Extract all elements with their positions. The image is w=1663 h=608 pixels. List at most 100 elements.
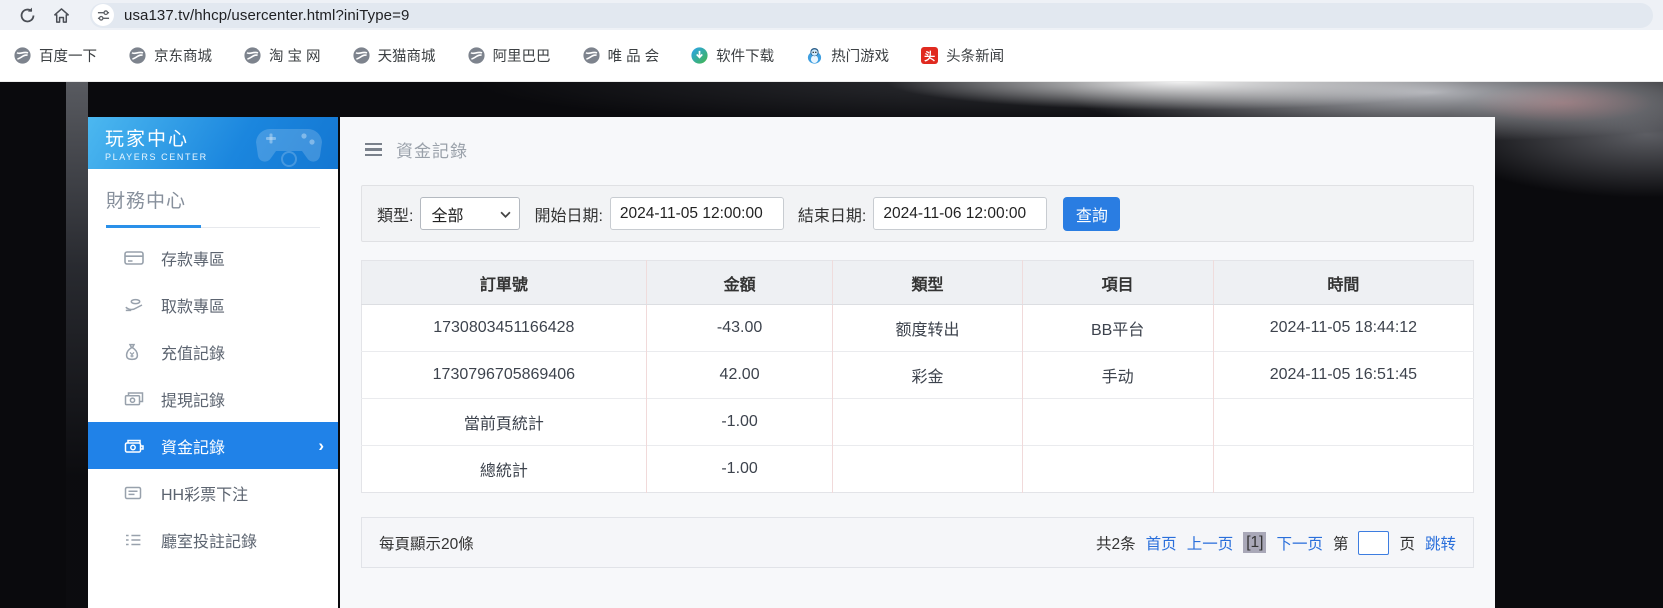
bookmark-item[interactable]: 百度一下 (14, 45, 97, 66)
table-body: 1730803451166428-43.00额度转出BB平台2024-11-05… (362, 305, 1474, 493)
bookmark-label: 头条新闻 (946, 45, 1004, 66)
bookmark-item[interactable]: 天猫商城 (353, 45, 436, 66)
table-header-row: 訂單號金額類型項目時間 (362, 261, 1474, 305)
bookmark-label: 淘 宝 网 (269, 45, 321, 66)
page-title: 資金記錄 (396, 137, 468, 162)
prev-page-link[interactable]: 上一页 (1187, 532, 1234, 554)
start-date-input[interactable] (610, 197, 784, 230)
sidebar-item-withdraw-area[interactable]: 取款專區› (88, 281, 338, 328)
bookmark-label: 唯 品 会 (608, 45, 660, 66)
gamepad-icon (246, 119, 332, 169)
search-button[interactable]: 查詢 (1063, 197, 1120, 231)
bookmark-item[interactable]: 热门游戏 (806, 45, 889, 66)
sidebar-item-deposit-area[interactable]: 存款專區› (88, 234, 338, 281)
table-cell: 當前頁統計 (362, 399, 647, 446)
table-cell: -1.00 (646, 446, 833, 493)
reload-icon[interactable] (18, 6, 36, 24)
table-cell: 1730803451166428 (362, 305, 647, 352)
table-cell (1022, 446, 1213, 493)
sidebar-item-label: 資金記錄 (161, 434, 225, 458)
moneybag-icon (124, 343, 144, 361)
sidebar-item-hall-bet-records[interactable]: 廳室投註記錄› (88, 516, 338, 563)
table-header-cell: 時間 (1213, 261, 1473, 305)
sidebar-item-withdrawal-records[interactable]: 提現記錄› (88, 375, 338, 422)
bookmark-item[interactable]: 头头条新闻 (921, 45, 1004, 66)
page-jump-input[interactable] (1358, 531, 1389, 555)
bookmark-item[interactable]: 阿里巴巴 (468, 45, 551, 66)
bookmark-item[interactable]: 淘 宝 网 (244, 45, 321, 66)
bookmark-item[interactable]: 京东商城 (129, 45, 212, 66)
pagination-controls: 共2条 首页 上一页 [1] 下一页 第 页 跳转 (1096, 531, 1456, 555)
section-underline (106, 225, 320, 228)
jump-label-post: 页 (1399, 532, 1415, 554)
betting-list-icon (124, 531, 144, 549)
main-header: 資金記錄 (365, 137, 468, 162)
bookmark-label: 百度一下 (39, 45, 97, 66)
sidebar-item-recharge-records[interactable]: 充值記錄› (88, 328, 338, 375)
browser-toolbar: usa137.tv/hhcp/usercenter.html?iniType=9 (0, 0, 1663, 30)
end-date-input[interactable] (873, 197, 1047, 230)
site-settings-icon[interactable] (92, 4, 114, 26)
start-date-label: 開始日期: (534, 202, 602, 226)
table-cell: 總統計 (362, 446, 647, 493)
table-header-cell: 訂單號 (362, 261, 647, 305)
type-select-value: 全部 (431, 202, 463, 226)
table-header-cell: 類型 (833, 261, 1022, 305)
jump-label-pre: 第 (1333, 532, 1349, 554)
software-download-icon (691, 47, 708, 64)
table-row: 1730803451166428-43.00额度转出BB平台2024-11-05… (362, 305, 1474, 352)
bookmark-label: 京东商城 (154, 45, 212, 66)
jump-button[interactable]: 跳转 (1425, 532, 1456, 554)
type-label: 類型: (377, 202, 413, 226)
banknote-icon (124, 390, 144, 408)
table-cell (1022, 399, 1213, 446)
home-icon[interactable] (52, 6, 70, 24)
sidebar-item-label: 取款專區 (161, 293, 225, 317)
url-text: usa137.tv/hhcp/usercenter.html?iniType=9 (124, 7, 409, 24)
bookmark-label: 热门游戏 (831, 45, 889, 66)
toutiao-news-icon: 头 (921, 47, 938, 64)
sidebar-item-funds-records[interactable]: 資金記錄› (88, 422, 338, 469)
globe-icon (583, 47, 600, 64)
table-row: 173079670586940642.00彩金手动2024-11-05 16:5… (362, 352, 1474, 399)
withdraw-hand-icon (124, 296, 144, 314)
table-cell (833, 446, 1022, 493)
table-cell (1213, 446, 1473, 493)
type-select[interactable]: 全部 (420, 197, 520, 230)
table-cell: 额度转出 (833, 305, 1022, 352)
table-cell: 彩金 (833, 352, 1022, 399)
next-page-link[interactable]: 下一页 (1276, 532, 1323, 554)
table-cell: -43.00 (646, 305, 833, 352)
funds-table: 訂單號金額類型項目時間 1730803451166428-43.00额度转出BB… (361, 260, 1474, 493)
sidebar-item-label: 提現記錄 (161, 387, 225, 411)
sidebar-item-label: HH彩票下注 (161, 481, 248, 505)
globe-icon (129, 47, 146, 64)
sidebar-menu: 存款專區›取款專區›充值記錄›提現記錄›資金記錄›HH彩票下注›廳室投註記錄› (88, 234, 338, 563)
first-page-link[interactable]: 首页 (1146, 532, 1177, 554)
finance-section-title: 財務中心 (88, 169, 338, 213)
chevron-down-icon (500, 205, 511, 223)
deposit-card-icon (124, 249, 144, 267)
finance-section-label: 財務中心 (106, 191, 186, 212)
table-cell: 2024-11-05 18:44:12 (1213, 305, 1473, 352)
menu-icon[interactable] (365, 143, 382, 157)
pagination-bar: 每頁顯示20條 共2条 首页 上一页 [1] 下一页 第 页 跳转 (361, 517, 1474, 568)
table-cell (1213, 399, 1473, 446)
globe-icon (244, 47, 261, 64)
table-row: 當前頁統計-1.00 (362, 399, 1474, 446)
table-cell: BB平台 (1022, 305, 1213, 352)
table-cell: 手动 (1022, 352, 1213, 399)
filter-bar: 類型: 全部 開始日期: 結束日期: 查詢 (361, 185, 1474, 242)
table-row: 總統計-1.00 (362, 446, 1474, 493)
current-page-badge: [1] (1243, 532, 1266, 553)
sidebar-item-hh-lottery-bets[interactable]: HH彩票下注› (88, 469, 338, 516)
sidebar-item-label: 充值記錄 (161, 340, 225, 364)
bookmarks-bar: 百度一下 京东商城 淘 宝 网 天猫商城 阿里巴巴 唯 品 会 软件下载 热门游戏 头头条新闻 (0, 30, 1663, 82)
table-cell: -1.00 (646, 399, 833, 446)
hot-games-icon (806, 47, 823, 64)
bookmark-item[interactable]: 软件下载 (691, 45, 774, 66)
sidebar-item-label: 存款專區 (161, 246, 225, 270)
address-bar[interactable]: usa137.tv/hhcp/usercenter.html?iniType=9 (90, 3, 1653, 28)
bookmark-item[interactable]: 唯 品 会 (583, 45, 660, 66)
table-header-cell: 金額 (646, 261, 833, 305)
